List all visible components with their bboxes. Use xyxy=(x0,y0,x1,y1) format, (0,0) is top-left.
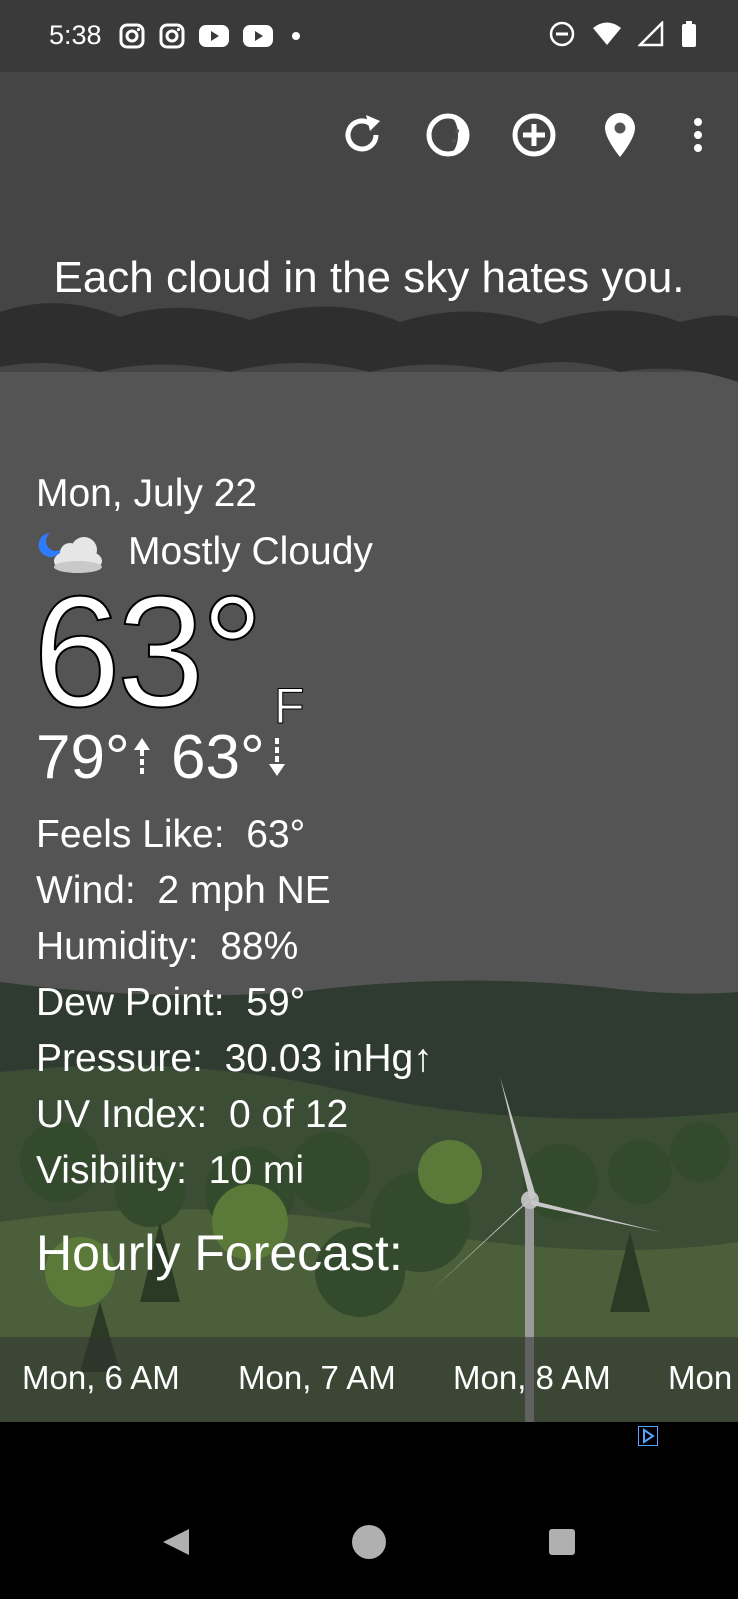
refresh-button[interactable] xyxy=(332,97,392,172)
high-temperature: 79° xyxy=(36,723,130,792)
detail-dew-point: Dew Point: 59° xyxy=(36,981,306,1024)
hourly-item[interactable]: Mon, 6 AM xyxy=(22,1359,180,1397)
moon-phase-button[interactable] xyxy=(418,97,478,172)
detail-humidity: Humidity: 88% xyxy=(36,925,299,968)
location-button[interactable] xyxy=(590,97,650,172)
home-icon xyxy=(352,1525,386,1559)
navigation-bar xyxy=(0,1490,738,1599)
home-button[interactable] xyxy=(339,1512,399,1572)
wifi-icon xyxy=(593,22,621,45)
refresh-icon xyxy=(345,114,380,151)
low-temperature: 63° xyxy=(171,723,265,792)
hourly-item[interactable]: Mon, 7 AM xyxy=(238,1359,396,1397)
back-icon xyxy=(163,1529,189,1555)
hourly-item[interactable]: Mon xyxy=(668,1359,732,1397)
youtube-icon xyxy=(243,25,273,47)
youtube-icon xyxy=(199,25,229,47)
weather-details: Feels Like: 63° Wind: 2 mph NE Humidity:… xyxy=(36,807,433,1199)
ad-choices-icon[interactable] xyxy=(638,1426,658,1446)
current-temperature: 63° xyxy=(32,564,265,740)
location-pin-icon xyxy=(605,112,635,157)
add-location-icon xyxy=(512,113,556,156)
notification-icons xyxy=(118,22,306,50)
detail-wind: Wind: 2 mph NE xyxy=(36,869,331,912)
status-time: 5:38 xyxy=(49,20,102,50)
detail-feels-like: Feels Like: 63° xyxy=(36,813,306,856)
add-location-button[interactable] xyxy=(504,97,564,172)
battery-icon xyxy=(682,21,696,47)
weather-main: Each cloud in the sky hates you. Mon, Ju… xyxy=(0,72,738,1422)
toolbar xyxy=(0,97,738,172)
system-icons xyxy=(548,20,698,48)
detail-uv-index: UV Index: 0 of 12 xyxy=(36,1093,349,1136)
back-button[interactable] xyxy=(146,1512,206,1572)
arrow-down-icon xyxy=(268,738,285,776)
high-low-temperature: 79° 63° xyxy=(36,722,289,793)
recents-button[interactable] xyxy=(532,1512,592,1572)
instagram-icon xyxy=(159,23,185,49)
detail-pressure: Pressure: 30.03 inHg↑ xyxy=(36,1037,433,1080)
status-bar: 5:38 xyxy=(0,0,738,72)
current-date: Mon, July 22 xyxy=(36,472,258,515)
hourly-forecast-title: Hourly Forecast: xyxy=(36,1225,403,1281)
instagram-icon xyxy=(119,23,145,49)
recents-icon xyxy=(549,1529,575,1555)
do-not-disturb-icon xyxy=(549,21,575,47)
dot-icon xyxy=(292,32,300,40)
hourly-item[interactable]: Mon, 8 AM xyxy=(453,1359,611,1397)
weather-quote: Each cloud in the sky hates you. xyxy=(53,253,685,302)
moon-phase-icon xyxy=(426,113,470,156)
signal-icon xyxy=(638,21,664,47)
arrow-up-icon xyxy=(133,738,150,774)
more-vert-icon xyxy=(694,117,702,152)
more-options-button[interactable] xyxy=(668,97,728,172)
hourly-forecast-list[interactable]: Mon, 6 AM Mon, 7 AM Mon, 8 AM Mon xyxy=(0,1337,738,1422)
detail-visibility: Visibility: 10 mi xyxy=(36,1149,305,1192)
